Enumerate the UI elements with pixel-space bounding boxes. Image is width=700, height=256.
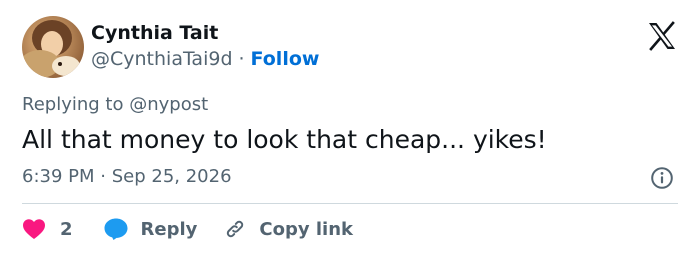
author-handle[interactable]: @CynthiaTai9d bbox=[91, 48, 233, 70]
avatar-image bbox=[22, 16, 84, 78]
copy-link-label: Copy link bbox=[259, 218, 353, 240]
author-handle-row: @CynthiaTai9d · Follow bbox=[91, 47, 319, 71]
copy-link-button[interactable]: Copy link bbox=[223, 217, 353, 241]
reply-label: Reply bbox=[140, 218, 198, 240]
replying-to-label: Replying to bbox=[22, 94, 124, 115]
tweet-timestamp[interactable]: 6:39 PM · Sep 25, 2026 bbox=[22, 166, 232, 188]
timestamp-separator: · bbox=[100, 166, 106, 187]
tweet-card: Cynthia Tait @CynthiaTai9d · Follow Replyi… bbox=[0, 0, 700, 256]
action-bar: 2 Reply Copy link bbox=[22, 214, 353, 244]
avatar[interactable] bbox=[22, 16, 84, 78]
replying-to-line: Replying to @nypost bbox=[22, 94, 208, 116]
x-logo-icon[interactable] bbox=[646, 20, 678, 52]
follow-button[interactable]: Follow bbox=[251, 48, 320, 70]
author-display-name[interactable]: Cynthia Tait bbox=[91, 21, 319, 45]
heart-icon bbox=[23, 219, 45, 239]
tweet-text: All that money to look that cheap... yik… bbox=[22, 125, 547, 154]
divider bbox=[22, 203, 678, 204]
tweet-date: Sep 25, 2026 bbox=[111, 166, 232, 187]
tweet-time: 6:39 PM bbox=[22, 166, 95, 187]
reply-bubble-icon bbox=[104, 218, 128, 240]
author-block: Cynthia Tait @CynthiaTai9d · Follow bbox=[91, 21, 319, 71]
handle-separator: · bbox=[238, 48, 245, 70]
reply-button[interactable]: Reply bbox=[103, 217, 198, 241]
link-icon bbox=[227, 220, 244, 238]
like-button[interactable]: 2 bbox=[22, 218, 73, 240]
like-count: 2 bbox=[60, 218, 73, 240]
info-icon[interactable] bbox=[650, 166, 674, 190]
replying-to-handle[interactable]: @nypost bbox=[129, 94, 208, 115]
